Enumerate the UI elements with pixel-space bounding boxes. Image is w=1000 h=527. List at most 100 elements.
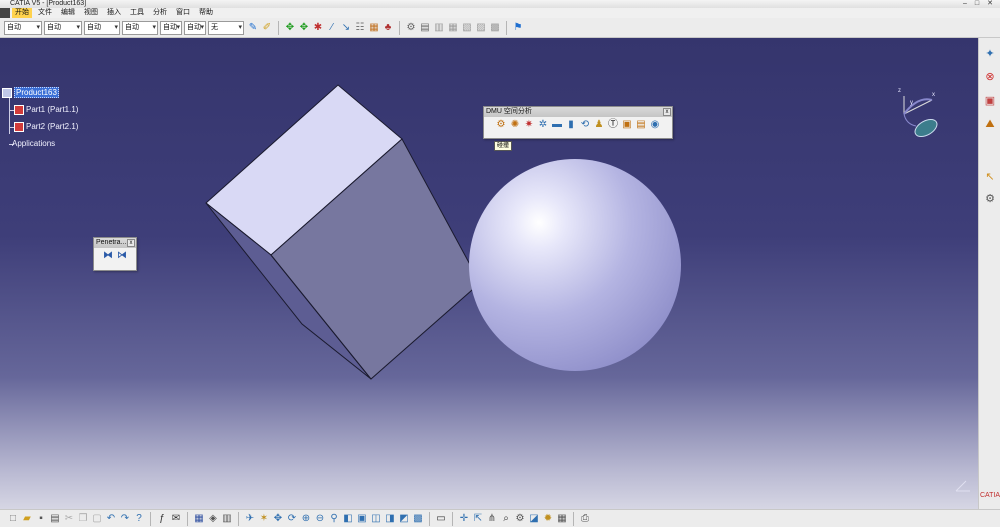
redo-icon[interactable]: ↷ <box>119 513 131 525</box>
measure-inertia-icon[interactable]: ♟ <box>593 119 605 131</box>
panel-close-button[interactable]: x <box>663 108 671 116</box>
cut-icon[interactable]: ✂ <box>63 513 75 525</box>
catalog-icon[interactable]: ▦ <box>193 513 205 525</box>
show-icon[interactable]: ◨ <box>384 513 396 525</box>
table-icon[interactable]: ▤ <box>419 22 431 34</box>
plugin-icon[interactable]: ⚑ <box>512 22 524 34</box>
undo-icon[interactable]: ↶ <box>105 513 117 525</box>
layer-combo[interactable]: 自动 <box>184 20 206 35</box>
brush-icon[interactable]: ✐ <box>261 22 273 34</box>
formula-icon[interactable]: ƒ <box>156 513 168 525</box>
transparency-combo[interactable]: 自动 <box>44 20 82 35</box>
tree-root-product[interactable]: Product163 <box>2 87 59 99</box>
cube-body[interactable] <box>205 84 481 380</box>
light-icon[interactable]: ✹ <box>542 513 554 525</box>
render-icon[interactable]: ◩ <box>398 513 410 525</box>
color-combo[interactable]: 自动 <box>4 20 42 35</box>
zoom-in-icon[interactable]: ⊕ <box>300 513 312 525</box>
save-icon[interactable]: ▪ <box>35 513 47 525</box>
zoom-out-icon[interactable]: ⊖ <box>314 513 326 525</box>
snap-icon[interactable]: ↘ <box>340 22 352 34</box>
menu-edit[interactable]: 编辑 <box>58 8 78 18</box>
panel-header[interactable]: DMU 空间分析 x <box>484 107 672 117</box>
swap-icon[interactable]: ▩ <box>412 513 424 525</box>
panel-close-button[interactable]: x <box>127 239 135 247</box>
material-icon[interactable]: ⚙ <box>514 513 526 525</box>
stop-icon[interactable]: ⊗ <box>983 69 997 83</box>
open-icon[interactable]: ▰ <box>21 513 33 525</box>
whats-this-icon[interactable]: ? <box>133 513 145 525</box>
thickness-icon[interactable]: Ⓣ <box>607 119 619 131</box>
catia-icon[interactable]: ✦ <box>983 46 997 60</box>
rotate-icon[interactable]: ✥ <box>272 513 284 525</box>
insert-icon[interactable]: ▧ <box>461 22 473 34</box>
menu-view[interactable]: 视图 <box>81 8 101 18</box>
move-icon[interactable]: ✥ <box>284 22 296 34</box>
menu-window[interactable]: 窗口 <box>173 8 193 18</box>
tree-item-applications[interactable]: Applications <box>12 139 55 148</box>
distance-icon[interactable]: ✷ <box>523 119 535 131</box>
panel-header[interactable]: Penetra... x <box>94 238 136 248</box>
maximize-button[interactable]: □ <box>972 0 982 8</box>
save-icon[interactable]: ▣ <box>983 93 997 107</box>
line-type-combo[interactable]: 自动 <box>122 20 158 35</box>
tree-icon[interactable]: ⋔ <box>486 513 498 525</box>
grid-icon[interactable]: ▦ <box>447 22 459 34</box>
minimize-button[interactable]: – <box>960 0 970 8</box>
compass-icon[interactable] <box>890 86 950 156</box>
clash-icon[interactable]: ⚙ <box>495 119 507 131</box>
print-icon[interactable]: ▤ <box>49 513 61 525</box>
iso-view-icon[interactable]: ◧ <box>342 513 354 525</box>
search-icon[interactable]: ⌕ <box>500 513 512 525</box>
close-window-button[interactable]: ✕ <box>985 0 995 8</box>
menu-start[interactable]: 开始 <box>12 8 32 18</box>
measure-icon[interactable]: ⛰ <box>983 117 997 131</box>
normal-view-icon[interactable]: ⚲ <box>328 513 340 525</box>
section-icon[interactable]: ✺ <box>509 119 521 131</box>
menu-file[interactable]: 文件 <box>35 8 55 18</box>
fly-icon[interactable]: ✈ <box>244 513 256 525</box>
camera-icon[interactable]: ▭ <box>435 513 447 525</box>
line-thickness-combo[interactable]: 自动 <box>84 20 120 35</box>
catalog-icon[interactable]: ▨ <box>475 22 487 34</box>
hide-icon[interactable]: ◫ <box>370 513 382 525</box>
tree-item-part2[interactable]: Part2 (Part2.1) <box>14 122 78 132</box>
compass-move-icon[interactable]: ✥ <box>298 22 310 34</box>
menu-analyze[interactable]: 分析 <box>150 8 170 18</box>
table2-icon[interactable]: ▥ <box>433 22 445 34</box>
compass-widget[interactable]: z x y <box>890 86 950 158</box>
explode-icon[interactable]: ✱ <box>312 22 324 34</box>
shading-icon[interactable]: ◪ <box>528 513 540 525</box>
keyboard-icon[interactable]: ⇱ <box>472 513 484 525</box>
copy-icon[interactable]: ❐ <box>77 513 89 525</box>
view-icon[interactable]: ▥ <box>221 513 233 525</box>
render-style-combo[interactable]: 无 <box>208 20 244 35</box>
rotate-view-icon[interactable]: ⟳ <box>286 513 298 525</box>
penetration-reverse-icon[interactable]: ⧒ <box>116 250 128 262</box>
menu-insert[interactable]: 插入 <box>104 8 124 18</box>
paste-icon[interactable]: ▢ <box>91 513 103 525</box>
tree-item-part1[interactable]: Part1 (Part1.1) <box>14 105 78 115</box>
paint-icon[interactable]: ✎ <box>247 22 259 34</box>
menu-tools[interactable]: 工具 <box>127 8 147 18</box>
chart-icon[interactable]: ♣ <box>382 22 394 34</box>
comment-icon[interactable]: ✉ <box>170 513 182 525</box>
bom-icon[interactable]: ▩ <box>489 22 501 34</box>
tools-icon[interactable]: ⚙ <box>983 191 997 205</box>
sphere-body[interactable] <box>469 159 681 371</box>
measure-item-icon[interactable]: ⟲ <box>579 119 591 131</box>
arrange-icon[interactable]: ☷ <box>354 22 366 34</box>
point-type-combo[interactable]: 自动 <box>160 20 182 35</box>
app-logo-icon[interactable] <box>0 8 10 18</box>
scene-icon[interactable]: ▦ <box>368 22 380 34</box>
new-icon[interactable]: □ <box>7 513 19 525</box>
grid-icon[interactable]: ▦ <box>556 513 568 525</box>
penetration-icon[interactable]: ⧓ <box>102 250 114 262</box>
fit-all-icon[interactable]: ▣ <box>356 513 368 525</box>
compass-icon[interactable]: ✛ <box>458 513 470 525</box>
wand-icon[interactable]: ⁄ <box>326 22 338 34</box>
silhouette-icon[interactable]: ▤ <box>635 119 647 131</box>
pan-icon[interactable]: ✶ <box>258 513 270 525</box>
menu-help[interactable]: 帮助 <box>196 8 216 18</box>
compare-icon[interactable]: ▬ <box>551 119 563 131</box>
